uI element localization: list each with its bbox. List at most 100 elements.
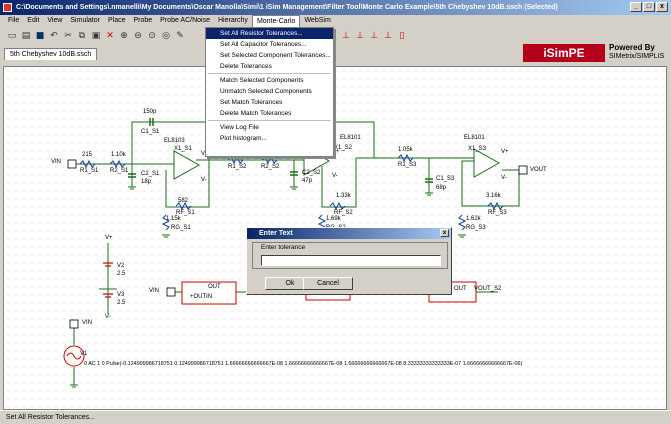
copy-icon[interactable]: ⧉ [76, 30, 88, 42]
label-c1-s3: C1_S3 [436, 176, 455, 182]
new-icon[interactable]: ▭ [6, 30, 18, 42]
menu-set-all-capacitor-tolerances[interactable]: Set All Capacitor Tolerances... [206, 39, 333, 50]
menu-place[interactable]: Place [104, 15, 130, 27]
label-r1-s2: R1_S2 [228, 164, 247, 170]
label-out-block-2: OUT [454, 286, 467, 292]
menu-simulator[interactable]: Simulator [66, 15, 104, 27]
logo-text: Powered By SIMetrix/SIMPLIS [609, 44, 664, 66]
zoom-out-icon[interactable]: ⊖ [132, 30, 144, 42]
logo-sub: SIMetrix/SIMPLIS [609, 53, 665, 60]
tolerance-input[interactable] [261, 255, 441, 266]
zoom-in-icon[interactable]: ⊕ [118, 30, 130, 42]
label-v3-val: 2.5 [117, 300, 126, 306]
tab-schematic[interactable]: 5th Chebyshev 10dB.ssch [4, 48, 98, 60]
undo-icon[interactable]: ↶ [48, 30, 60, 42]
label-c2-s2: C2_S2 [302, 170, 321, 176]
dialog-title-bar: Enter Text x [247, 228, 451, 239]
delete-icon[interactable]: ✕ [104, 30, 116, 42]
label-vin-3: VIN [149, 288, 160, 294]
label-c1-s3-val: 68p [436, 185, 447, 191]
menu-probe-ac-noise[interactable]: Probe AC/Noise [156, 15, 214, 27]
dialog-close-icon[interactable]: x [440, 229, 449, 237]
title-bar: C:\Documents and Settings\.nmanelli\My D… [0, 0, 671, 15]
probe-icon-1[interactable]: ⊥ [340, 30, 352, 42]
monte-carlo-menu: Set All Resistor Tolerances... Set All C… [205, 27, 334, 157]
logo-powered: Powered By [609, 43, 655, 52]
dialog-group: Enter tolerance [252, 242, 448, 269]
label-vin: VIN [51, 159, 62, 165]
label-v2-val: 2.5 [117, 271, 126, 277]
label-vin-2: VIN [82, 320, 93, 326]
menu-file[interactable]: File [4, 15, 23, 27]
label-supply-vminus: V- [105, 314, 111, 320]
label-x1-s3: X1_S3 [468, 146, 487, 152]
close-button[interactable]: x [656, 2, 668, 12]
zoom-area-icon[interactable]: ◎ [160, 30, 172, 42]
label-rg-s3-val: 1.62k [466, 216, 481, 222]
label-r2-s1-val: 1.10k [111, 152, 126, 158]
menu-unmatch-selected-components[interactable]: Unmatch Selected Components [206, 86, 333, 97]
label-r1-s1: R1_S1 [80, 168, 99, 174]
status-bar: Set All Resistor Tolerances... [0, 410, 671, 424]
zoom-fit-icon[interactable]: ⊙ [146, 30, 158, 42]
minimize-button[interactable]: _ [630, 2, 642, 12]
label-v2: V2 [117, 263, 125, 269]
probe-icon-3[interactable]: ⊥ [368, 30, 380, 42]
label-rf-s1-val: 582 [178, 198, 189, 204]
label-el1: EL8103 [164, 138, 185, 144]
logo-brand: iSimPE [523, 44, 605, 62]
menu-view[interactable]: View [43, 15, 66, 27]
label-rf-s3: RF_S3 [488, 210, 507, 216]
menu-websim[interactable]: WebSim [300, 15, 334, 27]
label-c2-s1: C2_S1 [141, 171, 160, 177]
menu-delete-match-tolerances[interactable]: Delete Match Tolerances [206, 108, 333, 119]
label-x1-s1: X1_S1 [174, 146, 193, 152]
cancel-button[interactable]: Cancel [303, 277, 353, 290]
save-icon[interactable]: ■ [34, 30, 46, 42]
label-outin-block: +OUTIN [190, 294, 213, 300]
label-rg-s1-val: 1.15k [166, 216, 181, 222]
window-controls: _ □ x [630, 2, 668, 12]
maximize-button[interactable]: □ [643, 2, 655, 12]
menu-probe[interactable]: Probe [129, 15, 156, 27]
label-c1-s1-val: 150p [143, 109, 157, 115]
app-icon [3, 3, 12, 12]
probe-icon-2[interactable]: ⊥ [354, 30, 366, 42]
menu-hierarchy[interactable]: Hierarchy [214, 15, 252, 27]
label-v1: V1 [80, 351, 88, 357]
menu-set-match-tolerances[interactable]: Set Match Tolerances [206, 97, 333, 108]
menu-monte-carlo[interactable]: Monte-Carlo [251, 15, 301, 27]
pencil-icon[interactable]: ✎ [174, 30, 186, 42]
probe-icon-5[interactable]: ▯ [396, 30, 408, 42]
label-rg-s1: RG_S1 [171, 225, 191, 231]
menu-set-all-resistor-tolerances[interactable]: Set All Resistor Tolerances... [206, 28, 333, 39]
open-icon[interactable]: ▤ [20, 30, 32, 42]
label-out-block: OUT [208, 284, 221, 290]
menu-set-selected-component-tolerances[interactable]: Set Selected Component Tolerances... [206, 50, 333, 61]
dialog-title: Enter Text [259, 230, 293, 237]
label-supply-vplus: V+ [105, 235, 113, 241]
label-vout-s2: VOUT_S2 [474, 286, 502, 292]
menu-plot-histogram[interactable]: Plot histogram... [206, 133, 333, 144]
probe-icon-4[interactable]: ⊥ [382, 30, 394, 42]
menu-view-log-file[interactable]: View Log File [206, 122, 333, 133]
window-title: C:\Documents and Settings\.nmanelli\My D… [16, 4, 558, 11]
menu-bar: File Edit View Simulator Place Probe Pro… [0, 15, 671, 27]
menu-edit[interactable]: Edit [23, 15, 43, 27]
label-r2-s1: R2_S1 [110, 168, 129, 174]
cut-icon[interactable]: ✂ [62, 30, 74, 42]
toolbar: ▭ ▤ ■ ↶ ✂ ⧉ ▣ ✕ ⊕ ⊖ ⊙ ◎ ✎ ⊥ ⊥ ⊥ ⊥ ▯ [0, 27, 671, 44]
isimpe-logo: iSimPE Powered By SIMetrix/SIMPLIS [523, 44, 669, 66]
label-el3: EL8101 [464, 135, 485, 141]
menu-match-selected-components[interactable]: Match Selected Components [206, 75, 333, 86]
label-r2-s2: R2_S2 [261, 164, 280, 170]
label-vminus-3: V- [501, 175, 507, 181]
menu-delete-tolerances[interactable]: Delete Tolerances [206, 61, 333, 72]
label-v3: V3 [117, 292, 125, 298]
paste-icon[interactable]: ▣ [90, 30, 102, 42]
label-vplus-3: V+ [501, 149, 509, 155]
label-rf-s3-val: 3.16k [486, 193, 501, 199]
label-vout: VOUT [530, 167, 547, 173]
label-v1-definition: 0 AC 1 0 Pulse(-0.124999986718751 0.1249… [84, 361, 523, 367]
label-c2-s1-val: 18p [141, 179, 152, 185]
